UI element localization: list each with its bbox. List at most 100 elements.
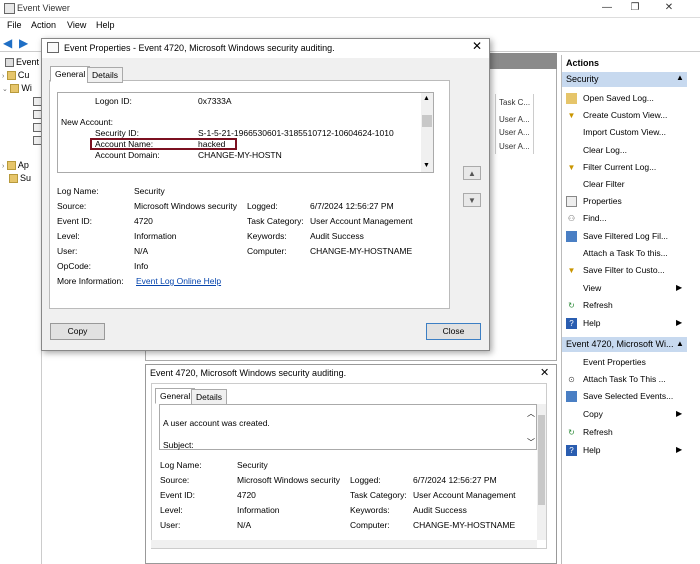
field-label: Source: <box>57 201 87 211</box>
back-arrow-icon[interactable]: ◀ <box>3 37 15 49</box>
task-category-column-header[interactable]: Task C... <box>499 98 530 107</box>
action-open-saved-log[interactable]: Open Saved Log... <box>566 93 654 105</box>
action-save-selected-events[interactable]: Save Selected Events... <box>566 391 674 403</box>
action-label: Help <box>583 318 601 328</box>
account-domain-value: CHANGE-MY-HOSTN <box>198 150 282 160</box>
scroll-up-icon[interactable]: ▲ <box>423 95 430 102</box>
action-clear-log[interactable]: Clear Log... <box>566 145 627 156</box>
menu-help[interactable]: Help <box>96 20 115 30</box>
event-log-help-link[interactable]: Event Log Online Help <box>136 276 221 286</box>
action-create-custom-view[interactable]: ▼ Create Custom View... <box>566 110 668 121</box>
action-filter-current-log[interactable]: ▼ Filter Current Log... <box>566 162 657 173</box>
blank-icon <box>566 127 577 138</box>
blank-icon <box>566 283 577 294</box>
action-label: Filter Current Log... <box>583 162 657 172</box>
action-label: Refresh <box>583 300 613 310</box>
action-save-filter-custom[interactable]: ▼ Save Filter to Custo... <box>566 265 665 276</box>
action-attach-task[interactable]: Attach a Task To this... <box>566 248 668 259</box>
security-id-value: S-1-5-21-1966530601-3185510712-10604624-… <box>198 128 394 138</box>
folder-icon <box>9 174 18 184</box>
field-label: Logged: <box>247 201 278 211</box>
close-icon[interactable]: ✕ <box>540 366 549 379</box>
field-label: Log Name: <box>57 186 99 196</box>
action-find[interactable]: ⚇ Find... <box>566 213 607 224</box>
horizontal-scrollbar[interactable] <box>151 540 537 548</box>
actions-section-security[interactable]: Security <box>562 72 687 87</box>
find-people-icon: ⚇ <box>567 214 576 224</box>
scroll-up-icon[interactable]: ︿ <box>527 408 535 419</box>
help-icon: ? <box>566 445 577 457</box>
action-label: Create Custom View... <box>583 110 668 120</box>
chevron-right-icon: › <box>2 163 5 170</box>
action-label: Help <box>583 445 601 455</box>
tree-item-custom-views[interactable]: › Cu <box>2 70 30 81</box>
list-item[interactable]: User A... <box>499 142 530 151</box>
computer-value: CHANGE-MY-HOSTNAME <box>413 520 516 530</box>
tree-item-applications[interactable]: › Ap <box>2 160 29 171</box>
action-label: Save Selected Events... <box>583 391 674 401</box>
action-copy[interactable]: Copy <box>566 409 603 420</box>
action-import-custom-view[interactable]: Import Custom View... <box>566 127 666 138</box>
list-item[interactable]: User A... <box>499 128 530 137</box>
column-divider <box>495 94 496 154</box>
scrollbar-thumb[interactable] <box>538 415 545 505</box>
action-clear-filter[interactable]: Clear Filter <box>566 179 625 190</box>
refresh-icon: ↻ <box>568 301 575 311</box>
action-help[interactable]: ? Help <box>566 318 601 330</box>
action-label: Properties <box>583 196 622 206</box>
copy-button[interactable]: Copy <box>50 323 105 340</box>
scroll-down-icon[interactable]: ﹀ <box>527 437 535 448</box>
close-button[interactable]: Close <box>426 323 481 340</box>
field-label: Account Name: <box>95 139 154 149</box>
dialog-close-icon[interactable]: ✕ <box>472 39 482 53</box>
action-save-filtered-log[interactable]: Save Filtered Log Fil... <box>566 231 668 243</box>
action-help-event[interactable]: ? Help <box>566 445 601 457</box>
field-label: Level: <box>57 231 80 241</box>
task-icon: ⊙ <box>568 375 575 385</box>
tree-item-label: Wi <box>21 83 32 93</box>
tab-general[interactable]: General <box>155 388 196 404</box>
actions-section-event[interactable]: Event 4720, Microsoft Wi... <box>562 337 687 352</box>
action-label: Attach Task To This ... <box>583 374 666 384</box>
next-event-button[interactable]: ▼ <box>463 193 481 207</box>
scrollbar-thumb[interactable] <box>422 115 432 127</box>
previous-event-button[interactable]: ▲ <box>463 166 481 180</box>
opcode-value: Info <box>134 261 149 271</box>
filter-icon: ▼ <box>567 266 576 276</box>
collapse-up-icon[interactable]: ▲ <box>676 339 684 348</box>
tree-item-label: Cu <box>17 70 30 80</box>
tab-details[interactable]: Details <box>87 67 123 83</box>
action-refresh[interactable]: ↻ Refresh <box>566 300 613 311</box>
field-label: Keywords: <box>350 505 390 515</box>
maximize-button[interactable]: ❐ <box>622 0 648 16</box>
menu-file[interactable]: File <box>7 20 22 30</box>
blank-icon <box>566 248 577 259</box>
tab-general[interactable]: General <box>50 66 91 82</box>
action-event-properties[interactable]: Event Properties <box>566 357 646 368</box>
tab-details[interactable]: Details <box>191 389 227 405</box>
help-icon: ? <box>566 318 577 330</box>
action-properties[interactable]: Properties <box>566 196 622 208</box>
tree-item-windows-logs[interactable]: ⌄ Wi <box>2 83 32 94</box>
tree-item-event-viewer[interactable]: Event <box>5 57 39 68</box>
menu-view[interactable]: View <box>67 20 86 30</box>
tree-item-subscriptions[interactable]: Su <box>9 173 32 184</box>
menu-action[interactable]: Action <box>31 20 56 30</box>
field-label: Logon ID: <box>95 96 132 106</box>
log-name-value: Security <box>134 186 165 196</box>
action-refresh-event[interactable]: ↻ Refresh <box>566 427 613 438</box>
close-window-button[interactable]: ✕ <box>656 0 682 16</box>
source-value: Microsoft Windows security <box>134 201 237 211</box>
action-label: Copy <box>583 409 603 419</box>
tree-item-label: Su <box>20 173 32 183</box>
action-attach-task-event[interactable]: ⊙ Attach Task To This ... <box>566 374 666 385</box>
forward-arrow-icon[interactable]: ▶ <box>19 37 31 49</box>
chevron-right-icon: ▶ <box>676 318 683 327</box>
field-label: Event ID: <box>160 490 195 500</box>
list-item[interactable]: User A... <box>499 115 530 124</box>
minimize-button[interactable]: — <box>594 0 620 16</box>
collapse-up-icon[interactable]: ▲ <box>676 73 684 82</box>
scroll-down-icon[interactable]: ▼ <box>423 162 430 169</box>
vertical-scrollbar[interactable] <box>421 93 433 172</box>
action-view[interactable]: View <box>566 283 601 294</box>
